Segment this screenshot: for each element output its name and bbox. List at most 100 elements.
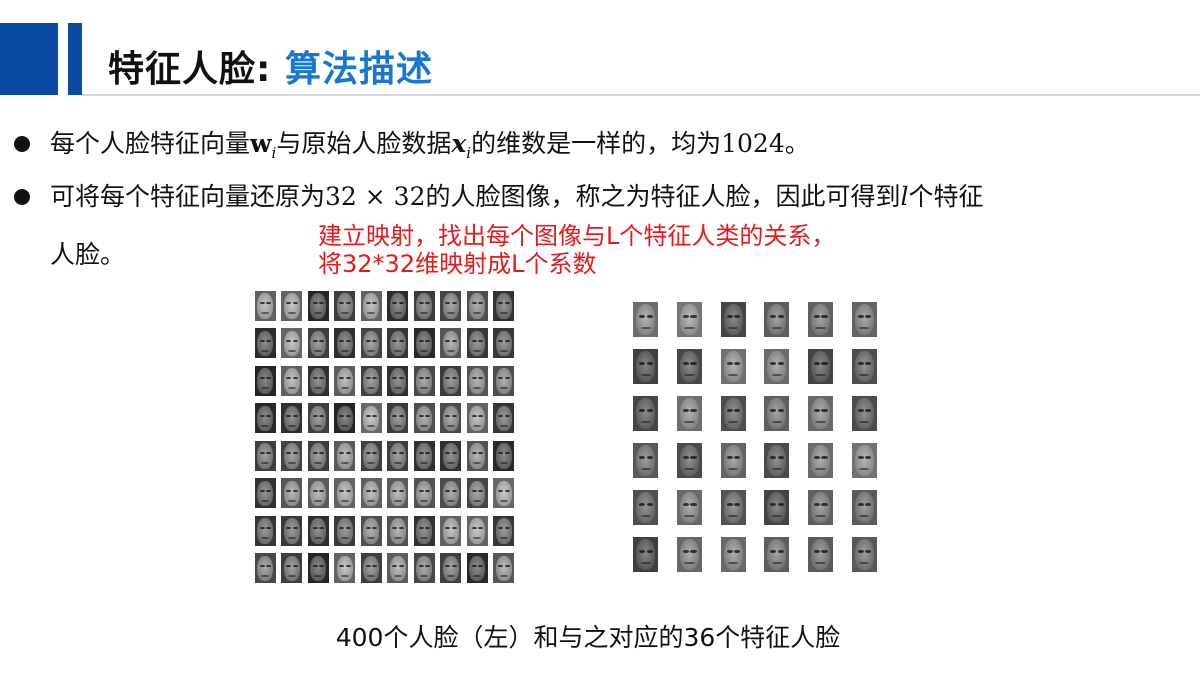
mouth xyxy=(499,312,508,315)
face-photo-icon xyxy=(307,403,329,434)
face-photo-icon xyxy=(493,328,515,359)
eye xyxy=(682,550,689,553)
face-image-grid xyxy=(252,287,517,587)
mouth xyxy=(446,349,455,352)
eye xyxy=(471,414,477,417)
mouth xyxy=(287,312,296,315)
face-photo-icon xyxy=(387,403,409,434)
eye xyxy=(339,339,345,342)
mouth xyxy=(499,349,508,352)
face-shape xyxy=(442,443,459,469)
eye xyxy=(865,409,872,412)
face-photo-icon xyxy=(413,515,435,546)
mouth xyxy=(473,424,482,427)
face-photo-icon xyxy=(466,365,488,396)
face-photo-icon xyxy=(254,515,276,546)
eye xyxy=(726,409,733,412)
face-photo-icon xyxy=(254,290,276,321)
face-photo-icon xyxy=(307,440,329,471)
eye xyxy=(639,456,646,459)
eigenface-icon xyxy=(676,442,703,479)
eye xyxy=(639,503,646,506)
eigenface-icon xyxy=(720,301,746,338)
eye xyxy=(319,339,324,342)
title-accent: 算法描述 xyxy=(284,49,433,90)
face-shape xyxy=(336,405,353,432)
eye xyxy=(286,414,292,417)
eye xyxy=(726,315,733,318)
face-shape xyxy=(363,443,380,469)
face-shape xyxy=(416,405,433,432)
eye xyxy=(770,315,777,318)
eye xyxy=(471,489,477,492)
bullet-2-pre: 可将每个特征向量还原为 xyxy=(50,182,326,211)
eye xyxy=(372,564,377,567)
eigenface-icon xyxy=(807,395,834,432)
eye xyxy=(365,564,371,567)
eye xyxy=(398,489,404,492)
face-photo-icon xyxy=(387,440,409,471)
eye xyxy=(821,456,828,459)
eye xyxy=(292,414,298,417)
mouth xyxy=(446,499,455,502)
face-shape xyxy=(679,398,700,430)
face-shape xyxy=(469,368,486,394)
mouth xyxy=(420,574,429,577)
eigenface-icon xyxy=(851,489,877,526)
face-photo-icon xyxy=(440,478,462,509)
face-photo-icon xyxy=(334,328,356,359)
mouth xyxy=(393,312,402,315)
eigenface-icon xyxy=(764,348,790,385)
eye xyxy=(445,414,451,417)
title-bar-stripe xyxy=(68,23,82,95)
face-shape xyxy=(257,518,274,544)
eigenface-icon xyxy=(807,489,834,526)
face-photo-icon xyxy=(254,478,276,509)
eye xyxy=(857,409,864,412)
eye xyxy=(770,550,777,553)
face-shape xyxy=(389,293,406,319)
eigenface-icon xyxy=(633,489,659,526)
mouth xyxy=(393,424,402,427)
eye xyxy=(259,489,265,492)
mouth xyxy=(499,424,508,427)
eye xyxy=(682,409,689,412)
face-shape xyxy=(723,445,743,477)
face-photo-icon xyxy=(413,403,435,434)
eigenface-icon xyxy=(764,489,790,526)
title-bar-block xyxy=(0,23,58,95)
eye xyxy=(813,503,820,506)
face-photo-icon xyxy=(440,553,462,584)
eigenface-icon xyxy=(851,301,877,338)
mouth xyxy=(261,499,270,502)
face-photo-icon xyxy=(334,290,356,321)
eye xyxy=(690,456,697,459)
face-shape xyxy=(389,555,406,582)
face-shape xyxy=(283,330,300,357)
eye xyxy=(345,564,351,567)
eye xyxy=(418,414,424,417)
eye xyxy=(365,414,371,417)
face-shape xyxy=(495,293,512,319)
eigenface-icon xyxy=(807,442,834,479)
mouth xyxy=(367,349,376,352)
eye xyxy=(639,315,646,318)
eigenface-icon xyxy=(720,348,746,385)
face-photo-icon xyxy=(281,403,303,434)
face-shape xyxy=(767,304,787,336)
face-photo-icon xyxy=(413,478,435,509)
mouth xyxy=(340,574,349,577)
eye xyxy=(821,503,828,506)
face-shape xyxy=(310,443,327,469)
mouth xyxy=(499,574,508,577)
eigenface-icon xyxy=(851,442,877,479)
face-photo-icon xyxy=(493,515,515,546)
face-shape xyxy=(363,518,380,544)
eye xyxy=(646,550,653,553)
face-shape xyxy=(310,293,327,319)
face-photo-icon xyxy=(307,365,329,396)
eye xyxy=(682,456,689,459)
face-shape xyxy=(416,330,433,357)
mouth xyxy=(340,424,349,427)
eye xyxy=(451,414,457,417)
